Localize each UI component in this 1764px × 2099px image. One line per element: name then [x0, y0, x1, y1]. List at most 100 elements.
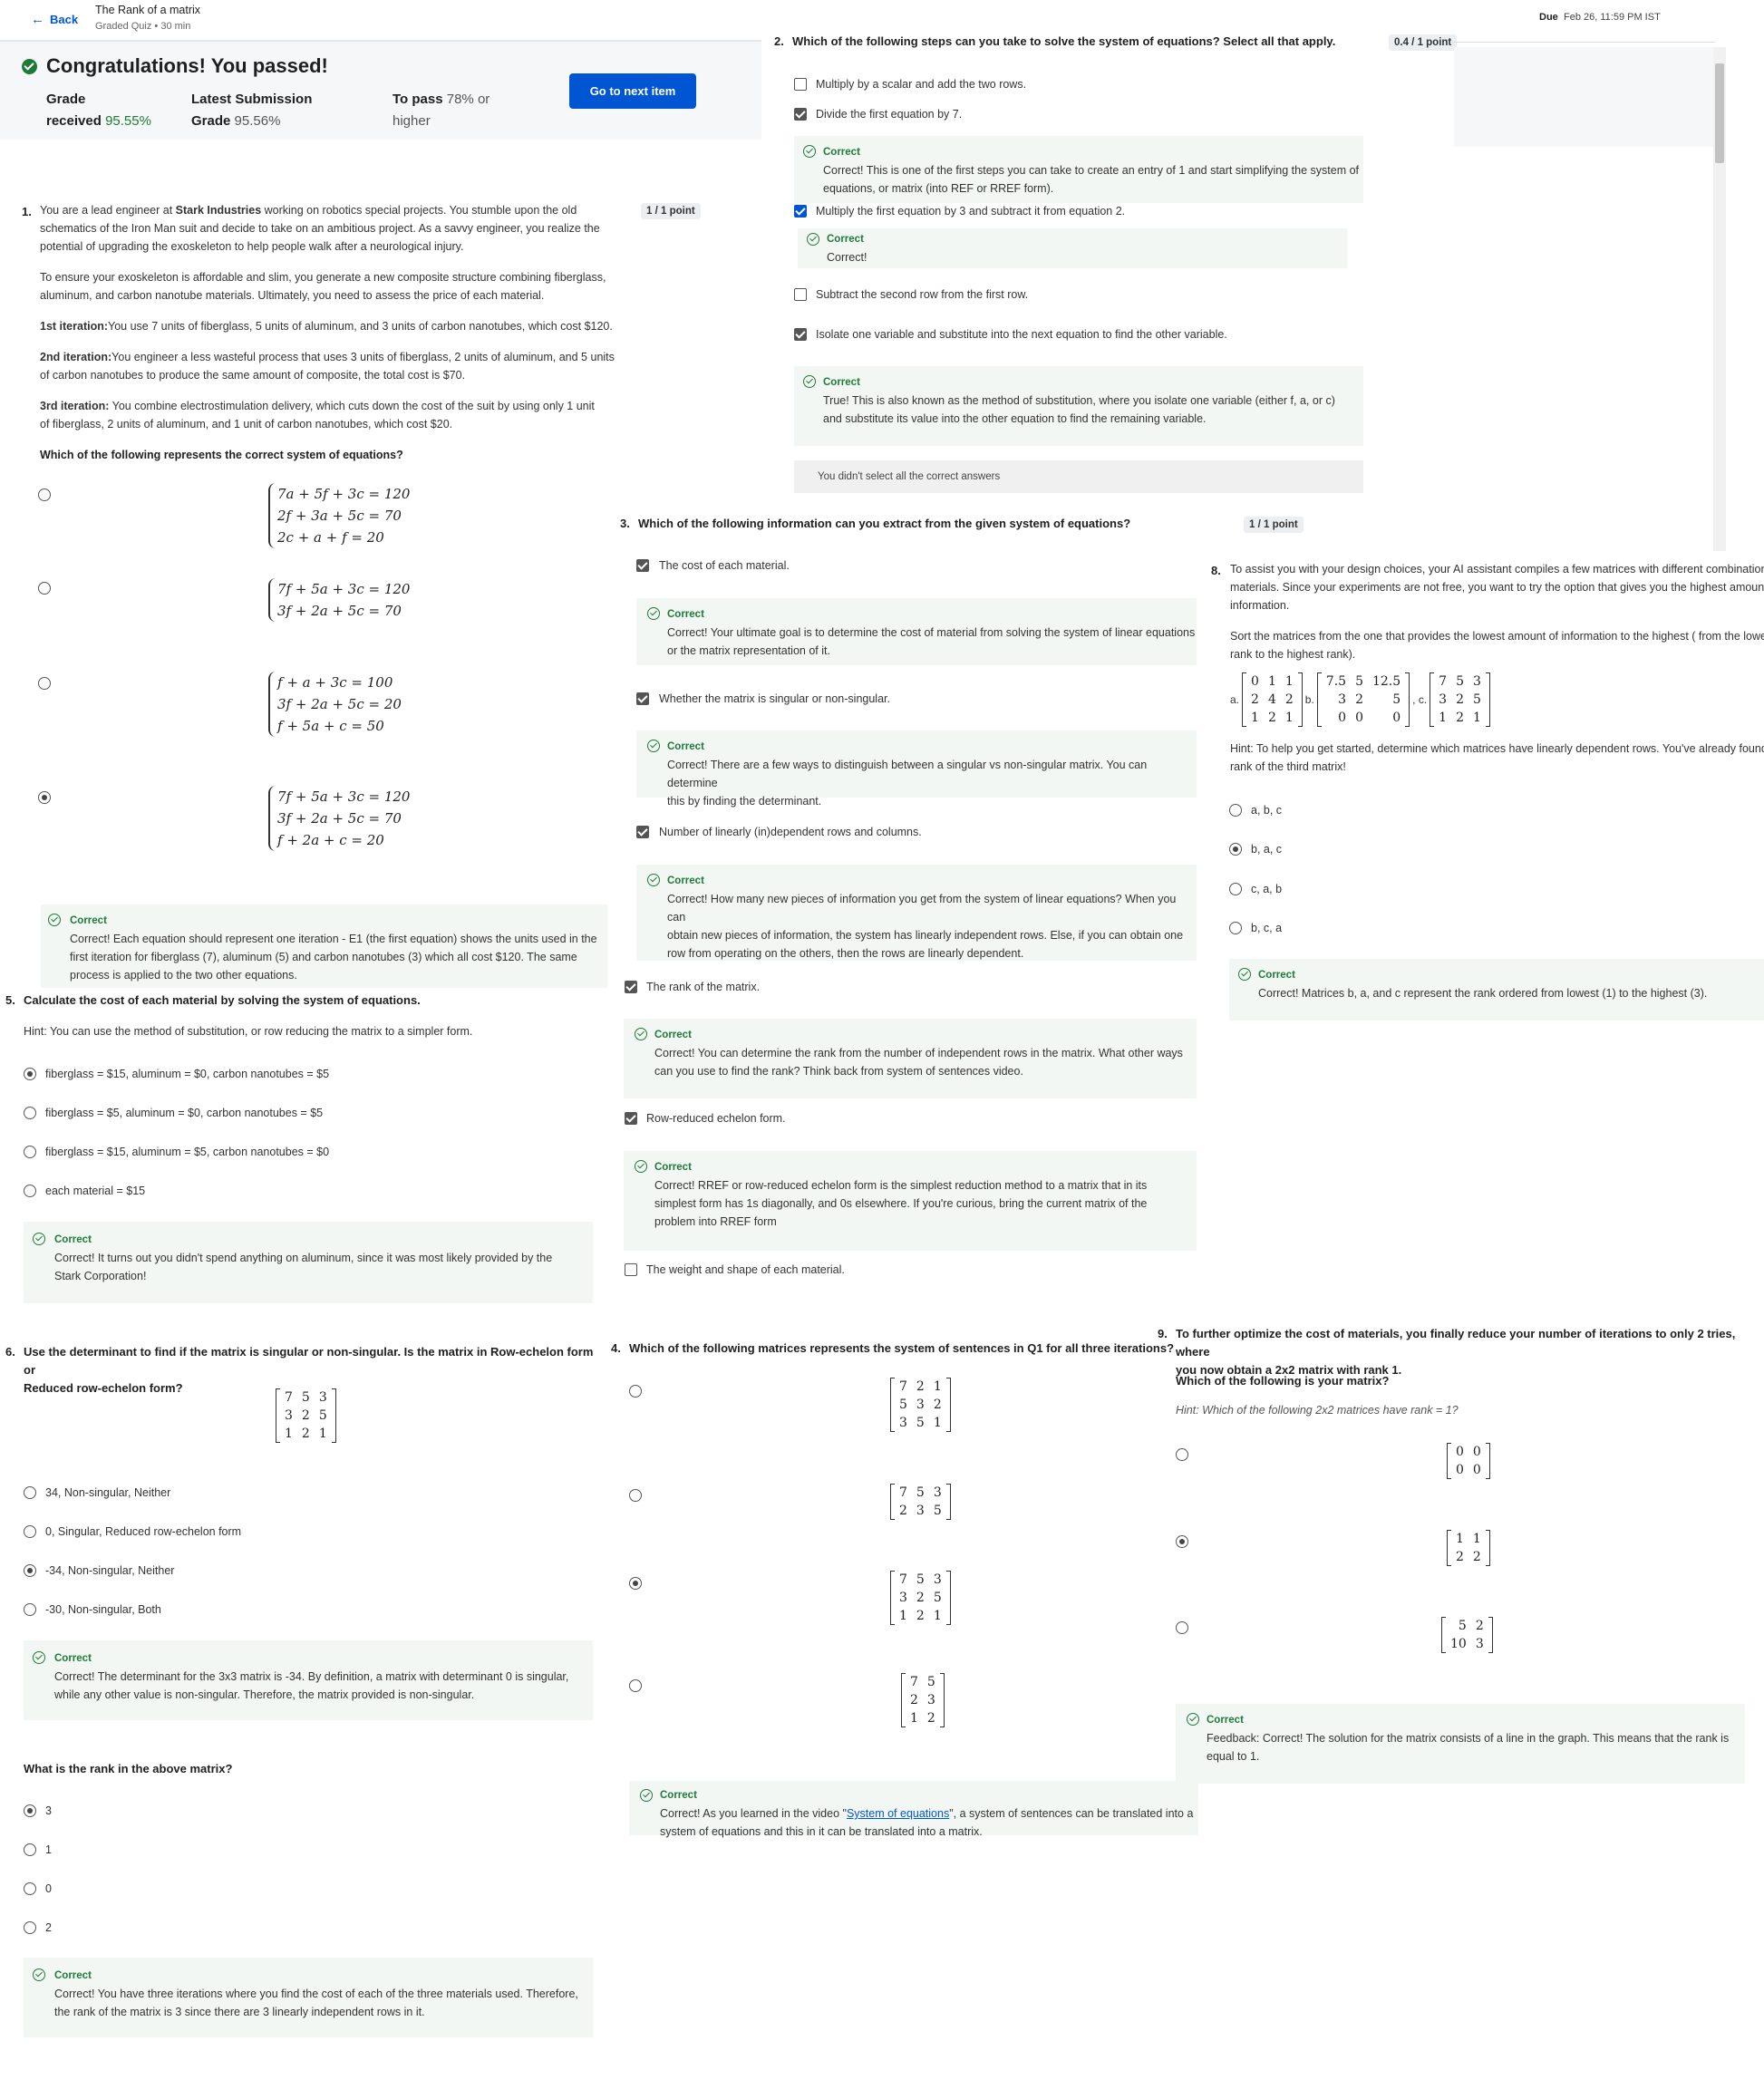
q8-option-2-radio[interactable]: [1229, 843, 1242, 856]
q6-option-2-label: 0, Singular, Reduced row-echelon form: [45, 1525, 242, 1538]
q6-rank-option-1-radio[interactable]: [24, 1804, 36, 1817]
q6-option-1-radio[interactable]: [24, 1486, 36, 1499]
q3-option-1-feedback: Correct Correct! Your ultimate goal is t…: [636, 598, 1197, 665]
q1-option-2-radio[interactable]: [38, 582, 51, 595]
q8-body: To assist you with your design choices, …: [1230, 563, 1764, 661]
pass-threshold: To pass 78% or higher: [393, 92, 490, 129]
q4-option-1-radio[interactable]: [629, 1385, 642, 1398]
q6-option-3-radio[interactable]: [24, 1564, 36, 1577]
q6-option-3-label: -34, Non-singular, Neither: [45, 1564, 175, 1577]
q5-option-2-label: fiberglass = $5, aluminum = $0, carbon n…: [45, 1107, 324, 1119]
q6-option-2-radio[interactable]: [24, 1525, 36, 1538]
check-icon: [1238, 968, 1251, 981]
q5-option-4-radio[interactable]: [24, 1185, 36, 1197]
scrollbar-thumb[interactable]: [1715, 63, 1724, 163]
q1-option-1-system: 7a + 5f + 3c = 120 2f + 3a + 5c = 70 2c + …: [268, 483, 410, 548]
q6-matrix: 753 325 121: [276, 1388, 336, 1447]
q3-number: 3.: [620, 517, 630, 530]
q2-option-4-checkbox[interactable]: [794, 288, 807, 301]
check-circle-icon: [22, 59, 37, 74]
q2-option-5-checkbox[interactable]: [794, 328, 807, 341]
q6-rank-option-2-radio[interactable]: [24, 1843, 36, 1856]
q5-feedback: Correct Correct! It turns out you didn't…: [24, 1222, 593, 1303]
q8-feedback: Correct Correct! Matrices b, a, and c re…: [1229, 959, 1764, 1020]
q4-number: 4.: [611, 1341, 621, 1355]
arrow-left-icon: ←: [31, 11, 44, 27]
q3-option-2-checkbox[interactable]: [636, 692, 649, 705]
q3-option-5-feedback: Correct Correct! RREF or row-reduced ech…: [624, 1151, 1197, 1251]
q6-option-4-radio[interactable]: [24, 1603, 36, 1616]
q3-option-5-label: Row-reduced echelon form.: [646, 1112, 786, 1125]
q6-rank-option-1-label: 3: [45, 1804, 52, 1817]
check-icon: [635, 1028, 647, 1040]
q9-subprompt: Which of the following is your matrix?: [1176, 1374, 1390, 1388]
q4-option-4-matrix: 75 23 12: [901, 1673, 945, 1732]
q3-option-1-checkbox[interactable]: [636, 559, 649, 572]
q4-option-4-radio[interactable]: [629, 1679, 642, 1692]
q4-option-3-radio[interactable]: [629, 1577, 642, 1590]
q5-number: 5.: [5, 993, 15, 1007]
quiz-title: The Rank of a matrix: [95, 4, 201, 16]
q4-prompt: Which of the following matrices represen…: [629, 1341, 1175, 1355]
q2-option-3-checkbox[interactable]: [794, 205, 807, 218]
q5-option-2-radio[interactable]: [24, 1107, 36, 1119]
q3-option-1-label: The cost of each material.: [659, 559, 790, 572]
q6-number: 6.: [5, 1345, 15, 1359]
q8-option-4-label: b, c, a: [1251, 922, 1283, 934]
check-icon: [647, 740, 660, 752]
q6-rank-prompt: What is the rank in the above matrix?: [24, 1762, 233, 1775]
q9-option-3-radio[interactable]: [1176, 1621, 1188, 1634]
q8-option-4-radio[interactable]: [1229, 922, 1242, 934]
system-of-equations-link[interactable]: System of equations: [847, 1807, 949, 1820]
q6-rank-option-3-radio[interactable]: [24, 1882, 36, 1895]
q2-points: 0.4 / 1 point: [1389, 34, 1458, 51]
quiz-subtitle: Graded Quiz • 30 min: [95, 21, 191, 32]
q4-option-2-matrix: 753 235: [890, 1484, 951, 1524]
q2-option-2-checkbox[interactable]: [794, 108, 807, 121]
q3-option-3-checkbox[interactable]: [636, 826, 649, 838]
q8-number: 8.: [1211, 564, 1221, 577]
q5-option-3-radio[interactable]: [24, 1146, 36, 1158]
q1-option-3-system: f + a + 3c = 100 3f + 2a + 5c = 20 f + 5a …: [268, 672, 402, 737]
grade-value: 95.55%: [105, 113, 151, 129]
q2-option-3-label: Multiply the first equation by 3 and sub…: [816, 205, 1126, 218]
q6-rank-option-4-radio[interactable]: [24, 1921, 36, 1934]
due-date: Feb 26, 11:59 PM IST: [1564, 12, 1661, 23]
check-icon: [1187, 1713, 1199, 1726]
q3-option-6-checkbox[interactable]: [625, 1263, 637, 1276]
q9-option-1-radio[interactable]: [1176, 1448, 1188, 1461]
q2-prompt: Which of the following steps can you tak…: [792, 34, 1336, 48]
q3-option-3-feedback: Correct Correct! How many new pieces of …: [636, 865, 1197, 961]
q1-option-4-radio[interactable]: [38, 791, 51, 804]
q9-option-2-radio[interactable]: [1176, 1535, 1188, 1548]
latest-grade: Latest Submission Grade 95.56%: [191, 92, 313, 129]
q1-option-2-system: 7f + 5a + 3c = 120 3f + 2a + 5c = 70: [268, 578, 410, 622]
check-icon: [640, 1789, 653, 1802]
q3-option-5-checkbox[interactable]: [625, 1112, 637, 1125]
grade-received: Grade received 95.55%: [46, 92, 151, 129]
q3-option-2-label: Whether the matrix is singular or non-si…: [659, 692, 890, 705]
q3-prompt: Which of the following information can y…: [638, 517, 1131, 530]
q8-option-3-radio[interactable]: [1229, 883, 1242, 895]
check-icon: [33, 1968, 45, 1981]
q3-option-3-label: Number of linearly (in)dependent rows an…: [659, 826, 922, 838]
q1-option-1-radio[interactable]: [38, 488, 51, 501]
q8-option-1-radio[interactable]: [1229, 804, 1242, 817]
q4-option-2-radio[interactable]: [629, 1489, 642, 1502]
q1-prompt: Which of the following represents the co…: [40, 449, 403, 461]
back-label: Back: [50, 12, 79, 26]
q9-option-1-matrix: 00 00: [1447, 1443, 1490, 1484]
q5-hint: Hint: You can use the method of substitu…: [24, 1025, 473, 1038]
q2-warning: You didn't select all the correct answer…: [794, 460, 1363, 493]
next-item-button[interactable]: Go to next item: [569, 73, 696, 109]
q3-option-4-label: The rank of the matrix.: [646, 981, 761, 993]
q5-option-1-radio[interactable]: [24, 1068, 36, 1080]
q9-number: 9.: [1158, 1327, 1168, 1340]
q6-option-1-label: 34, Non-singular, Neither: [45, 1486, 171, 1499]
q1-feedback: Correct Correct! Each equation should re…: [41, 904, 607, 988]
q1-option-3-radio[interactable]: [38, 677, 51, 690]
q2-option-1-checkbox[interactable]: [794, 78, 807, 91]
check-icon: [48, 914, 61, 926]
q3-option-4-checkbox[interactable]: [625, 981, 637, 993]
back-button[interactable]: ← Back: [31, 11, 78, 27]
